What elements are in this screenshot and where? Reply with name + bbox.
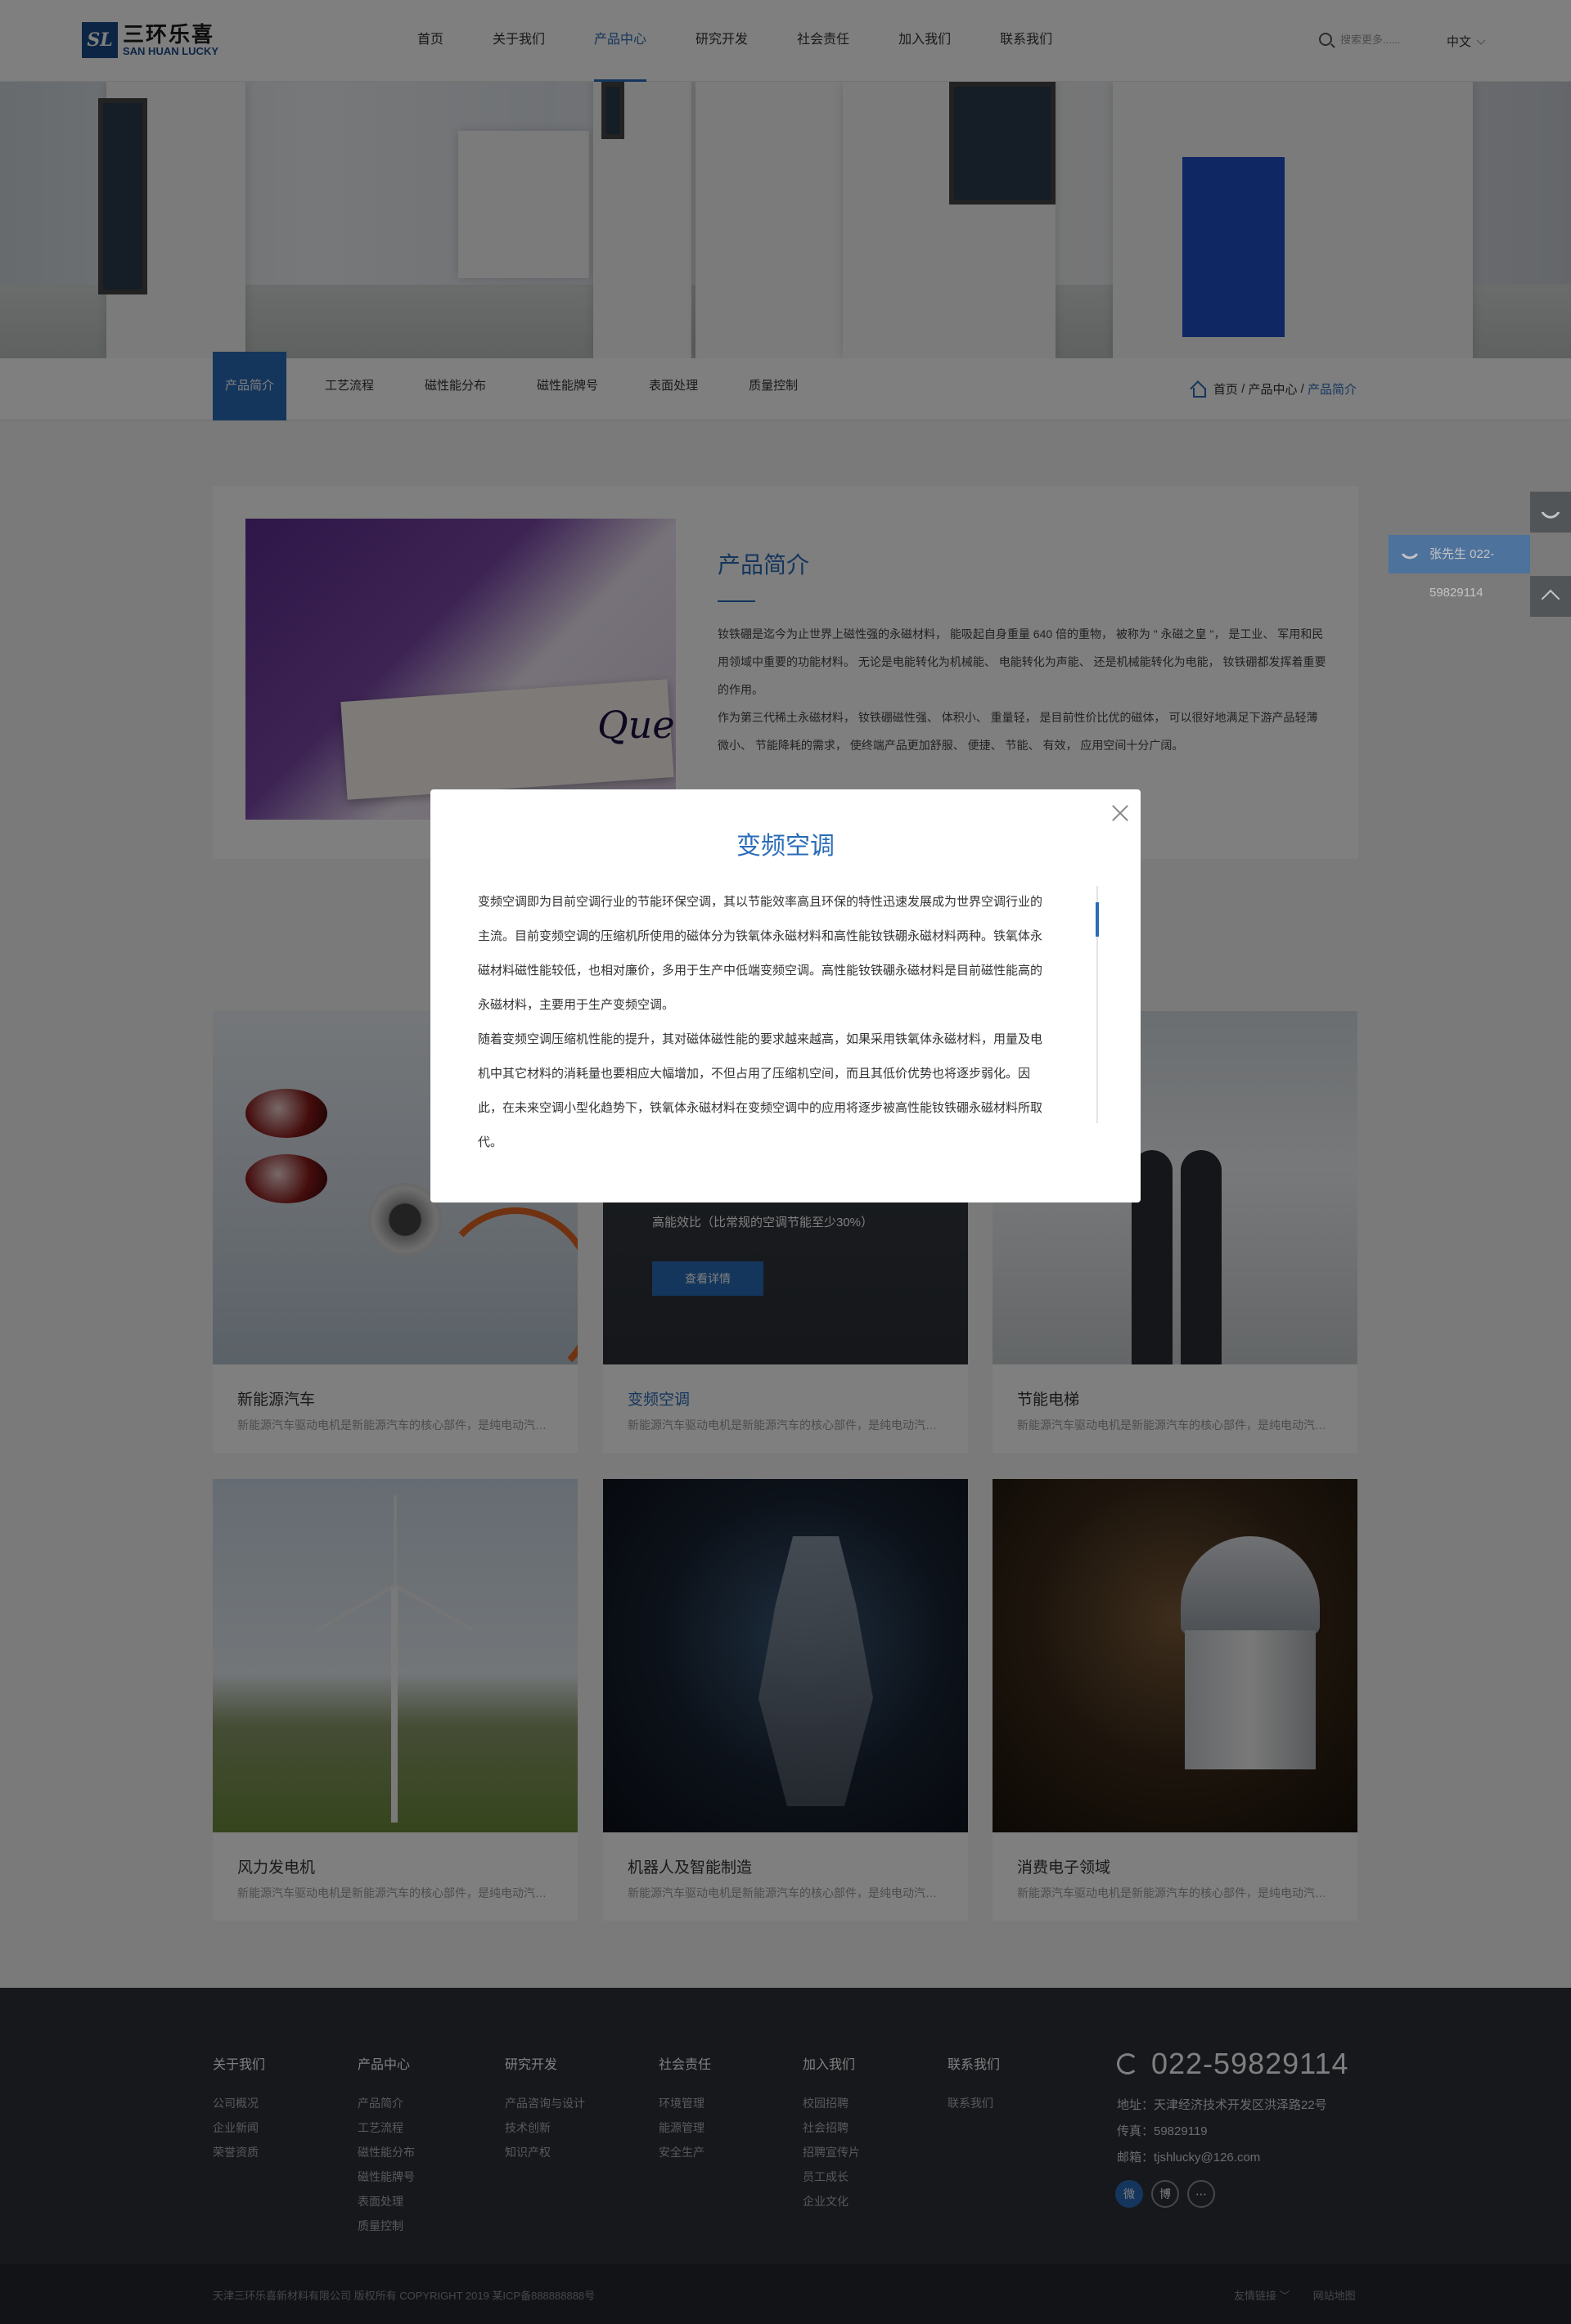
- close-icon[interactable]: [1110, 802, 1131, 824]
- side-phone-button[interactable]: [1530, 492, 1571, 533]
- modal-paragraph: 随着变频空调压缩机性能的提升，其对磁体磁性能的要求越来越高，如果采用铁氧体永磁材…: [478, 1032, 1043, 1149]
- modal-scroll-thumb[interactable]: [1096, 902, 1099, 937]
- phone-icon: [1540, 501, 1561, 523]
- chevron-up-icon: [1541, 589, 1560, 609]
- modal-paragraph: 变频空调即为目前空调行业的节能环保空调，其以节能效率高且环保的特性迅速发展成为世…: [478, 895, 1043, 1012]
- modal-body: 变频空调即为目前空调行业的节能环保空调，其以节能效率高且环保的特性迅速发展成为世…: [478, 885, 1051, 1160]
- phone-icon: [1400, 544, 1420, 564]
- modal-title: 变频空调: [736, 833, 835, 860]
- side-call-panel[interactable]: 张先生 022-59829114: [1389, 535, 1530, 600]
- detail-modal: 变频空调 变频空调即为目前空调行业的节能环保空调，其以节能效率高且环保的特性迅速…: [430, 789, 1141, 1202]
- back-to-top-button[interactable]: [1530, 576, 1571, 617]
